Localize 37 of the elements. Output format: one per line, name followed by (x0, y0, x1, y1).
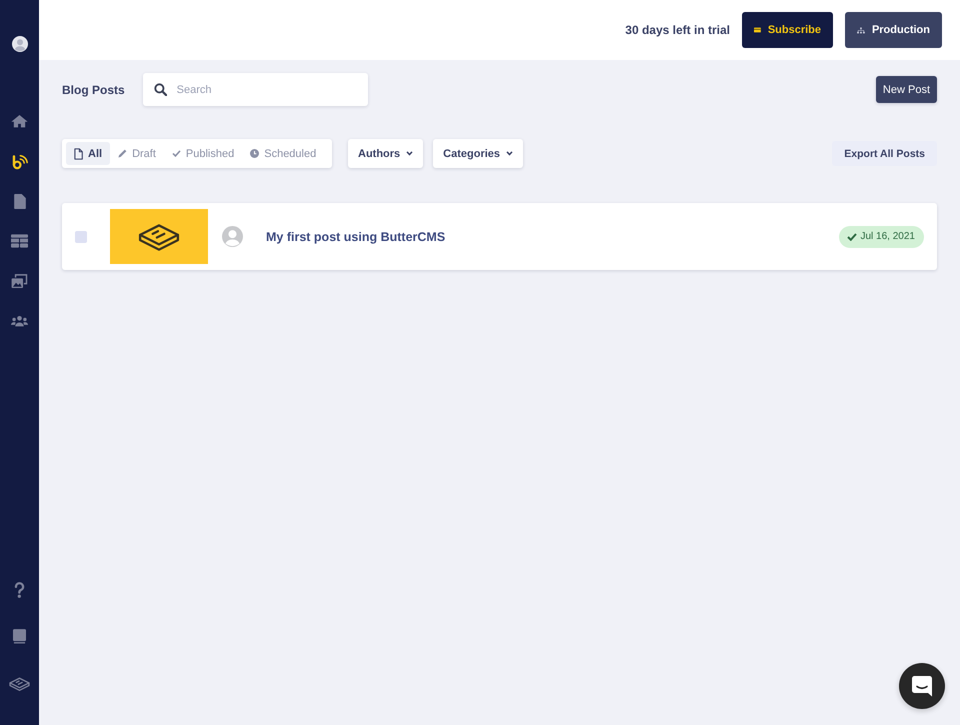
filter-dropdown[interactable]: Categories (433, 139, 524, 168)
images-icon[interactable] (11, 274, 28, 288)
blog-feed-icon[interactable] (11, 152, 28, 170)
butter-logo-icon[interactable] (9, 676, 30, 690)
trial-notice: 30 days left in trial (625, 23, 730, 37)
filter-dropdown[interactable]: Authors (348, 139, 424, 168)
publish-date: Jul 16, 2021 (860, 231, 915, 242)
subscribe-button[interactable]: Subscribe (742, 12, 833, 48)
document-icon[interactable] (14, 194, 26, 208)
credit-card-icon (754, 25, 761, 35)
new-post-button[interactable]: New Post (876, 76, 937, 103)
caret-icon (406, 151, 414, 156)
clock-icon (250, 149, 260, 158)
export-link[interactable]: Export All Posts (832, 141, 937, 166)
table-icon[interactable] (11, 234, 28, 248)
search-field[interactable]: Search (142, 73, 368, 106)
author-avatar-icon (222, 226, 243, 247)
file-icon (74, 148, 83, 160)
row-checkbox[interactable] (75, 230, 87, 242)
account-avatar-icon[interactable] (12, 36, 28, 52)
book-icon[interactable] (13, 629, 26, 644)
check-icon (846, 232, 856, 240)
home-icon[interactable] (11, 114, 28, 128)
sitemap-icon (857, 24, 865, 36)
caret-icon (506, 151, 514, 156)
post-title-link[interactable]: My first post using ButterCMS (266, 230, 446, 244)
help-icon[interactable] (14, 582, 25, 598)
environment-button[interactable]: Production (845, 12, 942, 48)
users-icon[interactable] (11, 314, 28, 328)
check-icon (172, 150, 181, 157)
page-title: Blog Posts (62, 82, 125, 96)
butter-logo-icon (138, 222, 180, 250)
status-tab[interactable]: All (66, 142, 110, 165)
chat-bubble-icon (912, 676, 932, 696)
pencil-icon (118, 149, 128, 158)
chat-launcher-button[interactable] (899, 663, 945, 709)
search-icon (154, 83, 167, 96)
